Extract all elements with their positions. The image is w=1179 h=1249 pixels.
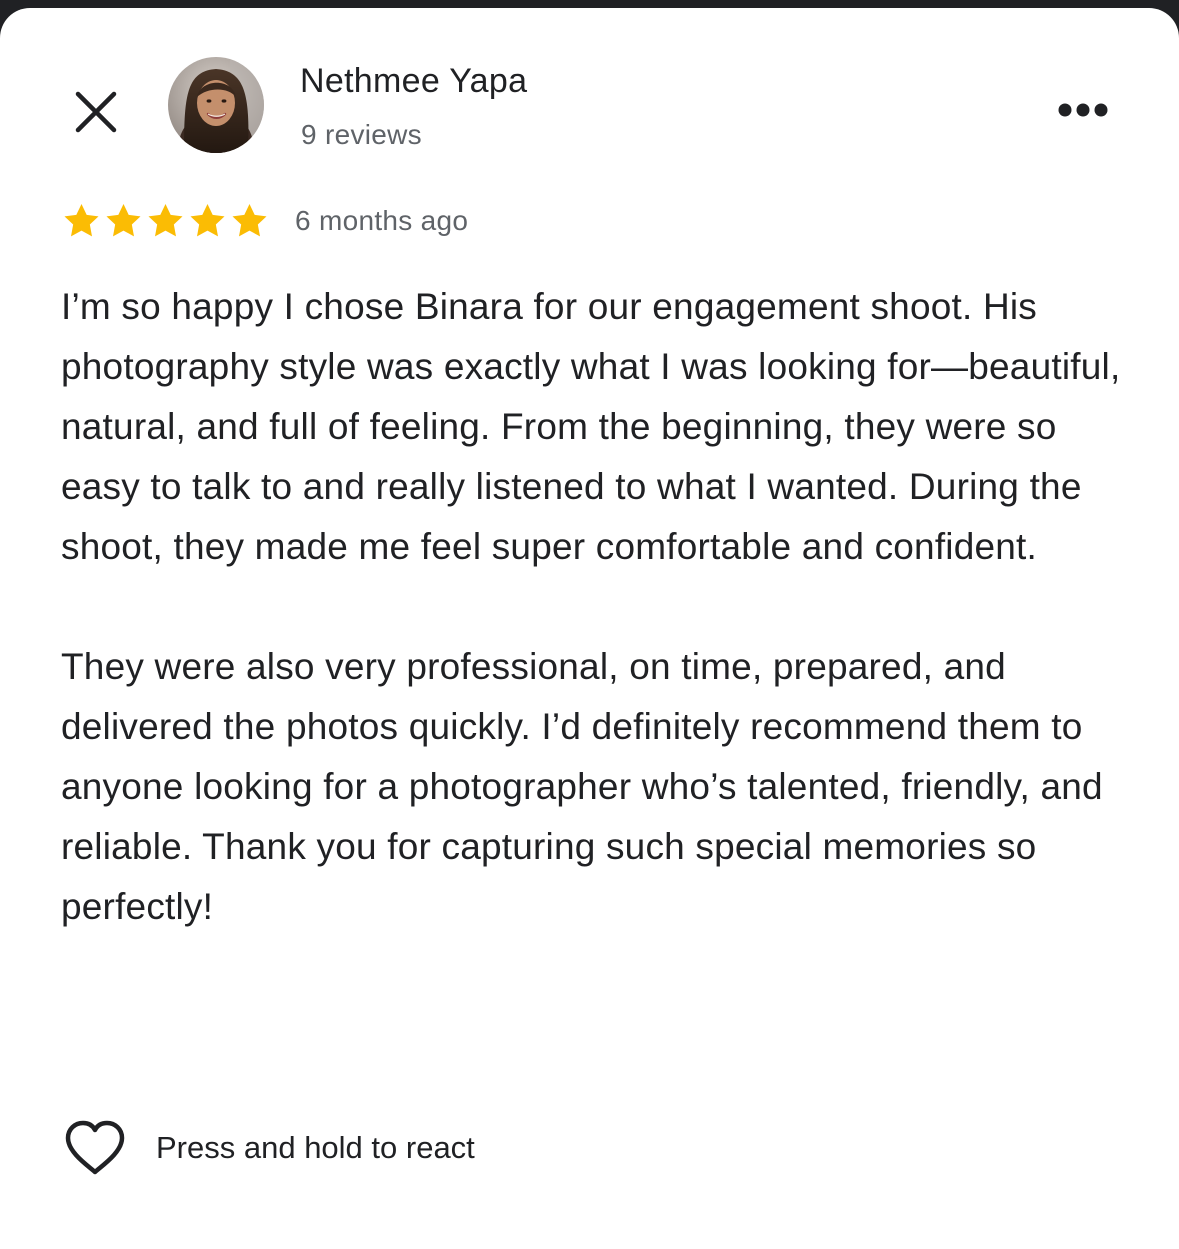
star-icon: [106, 204, 141, 237]
heart-outline-icon: [62, 1118, 128, 1178]
review-text: I’m so happy I chose Binara for our enga…: [61, 277, 1141, 937]
star-rating: [61, 201, 270, 241]
star-icon: [148, 204, 183, 237]
review-sheet: Nethmee Yapa 9 reviews 6 months ago I’m …: [0, 8, 1179, 1249]
author-avatar[interactable]: [168, 57, 264, 153]
close-button[interactable]: [66, 82, 126, 142]
more-options-button[interactable]: [1050, 84, 1116, 136]
react-button[interactable]: Press and hold to react: [62, 1116, 475, 1180]
star-icon: [232, 204, 267, 237]
profile-photo: [168, 57, 264, 153]
star-icon: [190, 204, 225, 237]
review-paragraph: I’m so happy I chose Binara for our enga…: [61, 286, 1121, 567]
more-options-icon: [1058, 103, 1108, 117]
star-icon: [64, 204, 99, 237]
react-label: Press and hold to react: [156, 1130, 475, 1165]
author-name[interactable]: Nethmee Yapa: [300, 62, 527, 101]
close-icon: [75, 91, 117, 133]
review-paragraph: They were also very professional, on tim…: [61, 646, 1103, 927]
review-time: 6 months ago: [295, 205, 469, 236]
author-review-count: 9 reviews: [301, 119, 422, 150]
